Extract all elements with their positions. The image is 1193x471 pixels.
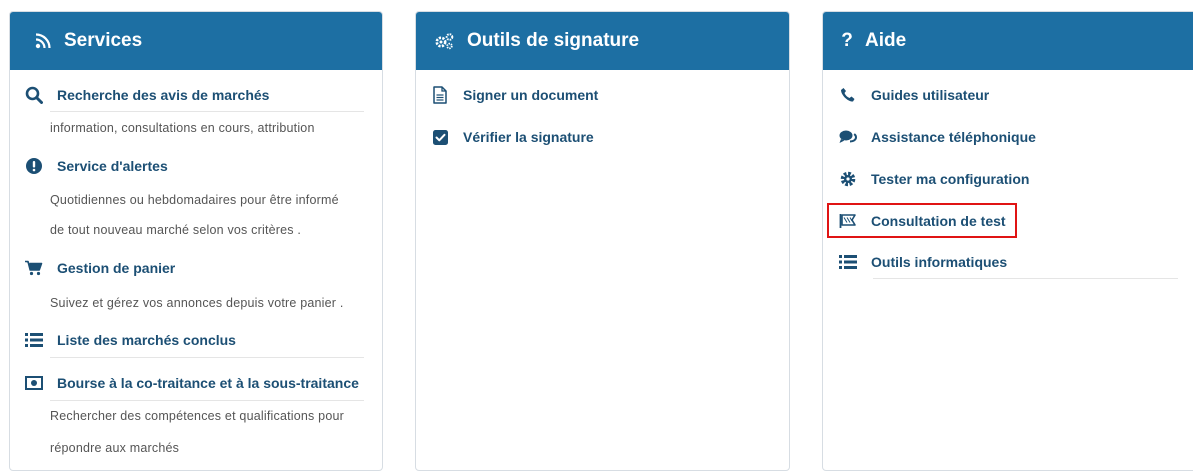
services-header: Services	[10, 12, 382, 70]
services-item-label: Liste des marchés conclus	[57, 332, 236, 348]
list-icon	[839, 253, 857, 271]
services-panel: Services Recherche des avis de marchés i…	[9, 11, 383, 471]
signature-item-label: Signer un document	[463, 87, 599, 103]
services-title: Services	[64, 30, 143, 51]
services-item-description: de tout nouveau marché selon vos critère…	[50, 223, 302, 237]
services-item-description: répondre aux marchés	[50, 441, 180, 455]
highlight-box	[827, 203, 1017, 238]
services-item-description: Rechercher des compétences et qualificat…	[50, 409, 344, 423]
services-item-description: Suivez et gérez vos annonces depuis votr…	[50, 296, 344, 310]
services-item-label: Service d'alertes	[57, 158, 168, 174]
aide-title: Aide	[865, 30, 907, 51]
chat-icon	[839, 128, 857, 146]
signature-item-verifier[interactable]: Vérifier la signature	[431, 128, 594, 146]
services-item-alertes[interactable]: Service d'alertes	[25, 157, 168, 175]
separator	[50, 111, 364, 112]
list-icon	[25, 331, 43, 349]
aide-item-label: Guides utilisateur	[871, 87, 990, 103]
services-item-bourse[interactable]: Bourse à la co-traitance et à la sous-tr…	[25, 374, 359, 392]
services-item-description: information, consultations en cours, att…	[50, 121, 315, 135]
services-item-label: Recherche des avis de marchés	[57, 87, 270, 103]
money-icon	[25, 374, 43, 392]
separator	[873, 278, 1178, 279]
aide-item-label: Outils informatiques	[871, 254, 1008, 270]
aide-item-outils[interactable]: Outils informatiques	[839, 253, 1007, 271]
aide-item-guides[interactable]: Guides utilisateur	[839, 86, 989, 104]
services-item-description: Quotidiennes ou hebdomadaires pour être …	[50, 193, 339, 207]
signature-item-signer[interactable]: Signer un document	[431, 86, 598, 104]
search-icon	[25, 86, 43, 104]
separator	[50, 357, 364, 358]
document-icon	[431, 86, 449, 104]
aide-item-label: Tester ma configuration	[871, 171, 1030, 187]
separator	[50, 400, 364, 401]
services-item-label: Gestion de panier	[57, 260, 176, 276]
services-item-recherche[interactable]: Recherche des avis de marchés	[25, 86, 269, 104]
services-item-panier[interactable]: Gestion de panier	[25, 259, 175, 277]
aide-item-tester[interactable]: Tester ma configuration	[839, 170, 1029, 188]
signature-panel: Outils de signature Signer un document V…	[415, 11, 790, 471]
exclamation-circle-icon	[25, 157, 43, 175]
signature-header: Outils de signature	[416, 12, 789, 70]
aide-item-assistance[interactable]: Assistance téléphonique	[839, 128, 1036, 146]
gear-icon	[839, 170, 857, 188]
aide-panel: ? Aide Guides utilisateur Assistance tél…	[822, 11, 1193, 471]
signature-item-label: Vérifier la signature	[463, 129, 594, 145]
aide-header: ? Aide	[823, 12, 1193, 70]
rss-icon	[34, 32, 52, 50]
cogs-icon	[433, 32, 455, 50]
services-item-label: Bourse à la co-traitance et à la sous-tr…	[57, 375, 359, 391]
services-item-marches-conclus[interactable]: Liste des marchés conclus	[25, 331, 236, 349]
signature-title: Outils de signature	[467, 30, 640, 51]
cart-icon	[25, 259, 43, 277]
aide-item-label: Assistance téléphonique	[871, 129, 1036, 145]
checkbox-icon	[431, 128, 449, 146]
phone-icon	[839, 86, 857, 104]
question-icon: ?	[841, 30, 853, 51]
